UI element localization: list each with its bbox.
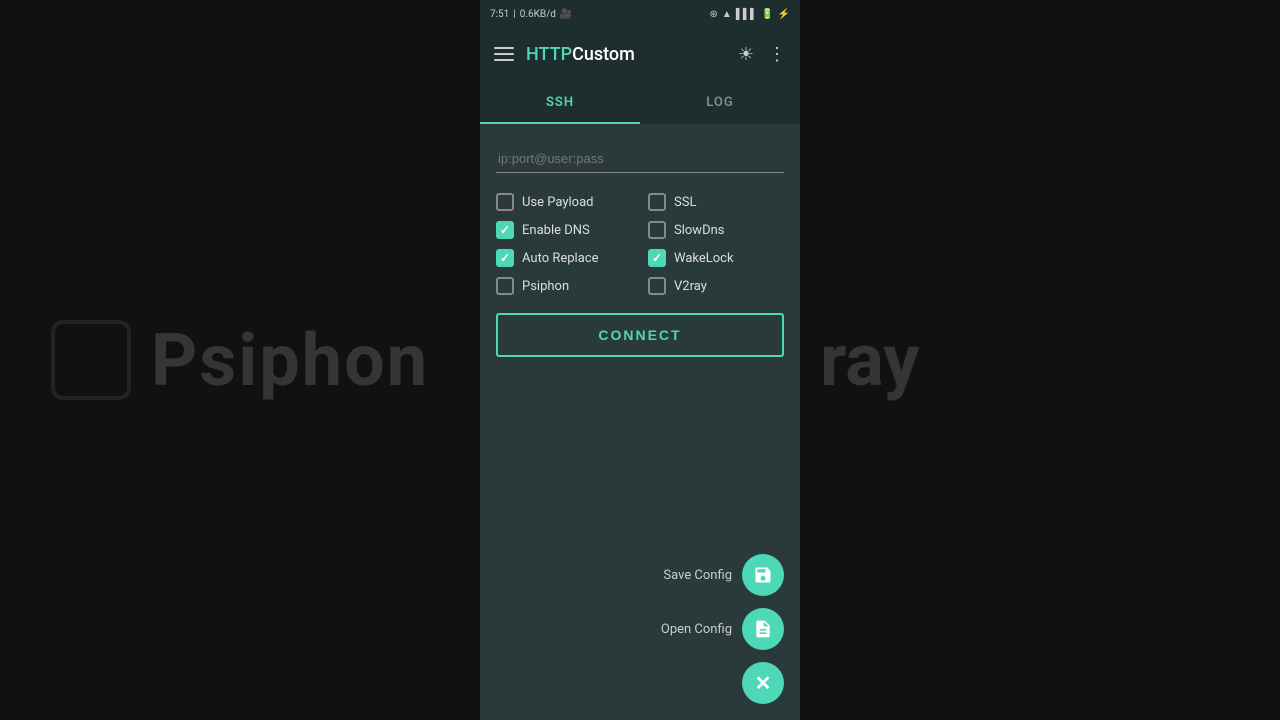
slow-dns-checkbox[interactable] xyxy=(648,221,666,239)
v2ray-label: V2ray xyxy=(674,279,707,294)
background-left: Psiphon xyxy=(0,0,480,720)
tab-log[interactable]: LOG xyxy=(640,80,800,124)
app-title: HTTP Custom xyxy=(526,44,726,65)
use-payload-label: Use Payload xyxy=(522,195,594,210)
charge-icon: ⚡ xyxy=(778,9,790,20)
checkbox-auto-replace[interactable]: Auto Replace xyxy=(496,249,632,267)
app-header: HTTP Custom ☀ ⋮ xyxy=(480,28,800,80)
ssl-checkbox[interactable] xyxy=(648,193,666,211)
enable-dns-checkbox[interactable] xyxy=(496,221,514,239)
menu-button[interactable] xyxy=(494,47,514,61)
checkbox-enable-dns[interactable]: Enable DNS xyxy=(496,221,632,239)
wakelock-checkbox[interactable] xyxy=(648,249,666,267)
bg-psiphon-text: Psiphon xyxy=(151,318,429,403)
psiphon-label: Psiphon xyxy=(522,279,569,294)
main-content: Use Payload SSL Enable DNS SlowDns Auto … xyxy=(480,125,800,720)
save-config-label: Save Config xyxy=(663,568,732,583)
status-video-icon: 🎥 xyxy=(560,9,572,20)
checkbox-psiphon[interactable]: Psiphon xyxy=(496,277,632,295)
open-icon xyxy=(753,619,773,639)
status-right: ⊛ ▲ ▌▌▌ 🔋 ⚡ xyxy=(710,9,790,20)
wakelock-label: WakeLock xyxy=(674,251,734,266)
fab-area: Save Config Open Config ✕ xyxy=(661,554,784,704)
save-icon xyxy=(753,565,773,585)
wifi-icon: ▲ xyxy=(722,9,732,20)
signal-icon: ▌▌▌ xyxy=(736,9,757,20)
title-http: HTTP xyxy=(526,44,572,65)
status-separator: | xyxy=(513,9,515,20)
input-group xyxy=(496,145,784,173)
open-config-label: Open Config xyxy=(661,622,732,637)
open-config-button[interactable] xyxy=(742,608,784,650)
status-bar: 7:51 | 0.6KB/d 🎥 ⊛ ▲ ▌▌▌ 🔋 ⚡ xyxy=(480,0,800,28)
checkbox-use-payload[interactable]: Use Payload xyxy=(496,193,632,211)
checkbox-slow-dns[interactable]: SlowDns xyxy=(648,221,784,239)
background-right: ray xyxy=(790,0,1280,720)
enable-dns-label: Enable DNS xyxy=(522,223,590,238)
title-custom: Custom xyxy=(572,44,635,65)
save-config-button[interactable] xyxy=(742,554,784,596)
psiphon-checkbox[interactable] xyxy=(496,277,514,295)
save-config-item: Save Config xyxy=(663,554,784,596)
phone-frame: 7:51 | 0.6KB/d 🎥 ⊛ ▲ ▌▌▌ 🔋 ⚡ HTTP Custom… xyxy=(480,0,800,720)
auto-replace-checkbox[interactable] xyxy=(496,249,514,267)
checkbox-wakelock[interactable]: WakeLock xyxy=(648,249,784,267)
open-config-item: Open Config xyxy=(661,608,784,650)
tabs-container: SSH LOG xyxy=(480,80,800,125)
header-icons: ☀ ⋮ xyxy=(738,44,786,65)
bg-ray-text: ray xyxy=(820,318,919,403)
close-fab-button[interactable]: ✕ xyxy=(742,662,784,704)
server-input[interactable] xyxy=(496,145,784,173)
use-payload-checkbox[interactable] xyxy=(496,193,514,211)
checkboxes-grid: Use Payload SSL Enable DNS SlowDns Auto … xyxy=(496,193,784,295)
status-time: 7:51 xyxy=(490,9,509,20)
ssl-label: SSL xyxy=(674,195,696,210)
v2ray-checkbox[interactable] xyxy=(648,277,666,295)
checkbox-ssl[interactable]: SSL xyxy=(648,193,784,211)
status-left: 7:51 | 0.6KB/d 🎥 xyxy=(490,9,572,20)
close-fab-item: ✕ xyxy=(742,662,784,704)
checkbox-v2ray[interactable]: V2ray xyxy=(648,277,784,295)
theme-button[interactable]: ☀ xyxy=(738,44,754,65)
close-icon: ✕ xyxy=(755,671,772,696)
tab-ssh[interactable]: SSH xyxy=(480,80,640,124)
more-button[interactable]: ⋮ xyxy=(768,44,786,65)
battery-icon: 🔋 xyxy=(761,9,773,20)
status-data-speed: 0.6KB/d xyxy=(520,9,556,20)
connect-button[interactable]: CONNECT xyxy=(496,313,784,357)
bluetooth-icon: ⊛ xyxy=(710,9,718,20)
auto-replace-label: Auto Replace xyxy=(522,251,598,266)
bg-psiphon-icon xyxy=(51,320,131,400)
slow-dns-label: SlowDns xyxy=(674,223,724,238)
